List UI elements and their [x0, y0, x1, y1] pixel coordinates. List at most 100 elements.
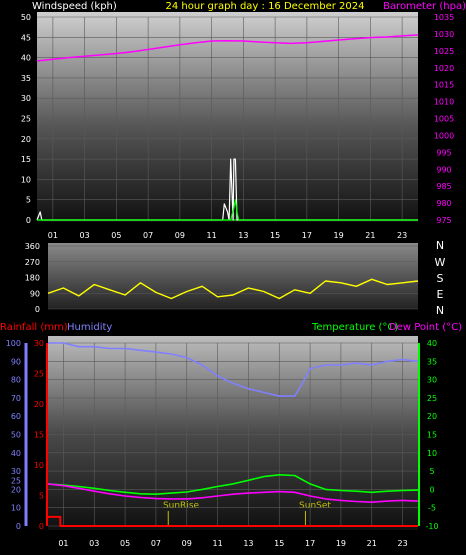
graph-title: 24 hour graph day : 16 December 2024	[166, 1, 365, 12]
dewpoint-axis-label: Dew Point (°C)	[389, 322, 462, 333]
hour-tick-label: 17	[302, 231, 312, 240]
hour-tick-label-lower: 05	[120, 539, 130, 548]
hour-tick-label-lower: 09	[182, 539, 192, 548]
windspeed-tick-label: 5	[26, 196, 31, 205]
temperature-tick-label: 30	[427, 376, 437, 385]
direction-tick-label: 90	[30, 289, 40, 298]
hour-tick-label-lower: 19	[336, 539, 346, 548]
windspeed-tick-label: 15	[21, 155, 31, 164]
windspeed-axis-label: Windspeed (kph)	[32, 1, 117, 12]
humidity-tick-label: 70	[11, 394, 21, 403]
hour-tick-label-lower: 17	[305, 539, 315, 548]
hour-tick-label: 15	[270, 231, 280, 240]
temperature-tick-label: 10	[427, 449, 437, 458]
temperature-tick-label: -5	[428, 504, 436, 513]
temperature-tick-label: -10	[425, 522, 438, 531]
barometer-tick-label: 990	[436, 165, 451, 174]
hour-tick-label-lower: 13	[243, 539, 253, 548]
rainfall-tick-label: 10	[34, 461, 44, 470]
barometer-tick-label: 985	[436, 182, 451, 191]
rainfall-tick-label: 15	[34, 431, 44, 440]
rainfall-axis-label: Rainfall (mm)	[0, 322, 68, 333]
humidity-tick-label: 20	[11, 485, 21, 494]
windspeed-tick-label: 50	[21, 13, 31, 22]
humidity-tick-label: 40	[11, 449, 21, 458]
humidity-tick-label: 30	[11, 467, 21, 476]
hour-tick-label-lower: 15	[274, 539, 284, 548]
barometer-tick-label: 1010	[434, 98, 454, 107]
top-panel-background	[37, 12, 418, 222]
humidity-tick-label: 90	[11, 357, 21, 366]
windspeed-tick-label: 10	[21, 175, 31, 184]
direction-tick-label: 360	[25, 242, 40, 251]
windspeed-tick-label: 45	[21, 33, 31, 42]
compass-label-n-top: N	[436, 239, 444, 252]
direction-tick-label: 0	[35, 305, 40, 314]
windspeed-tick-label: 20	[21, 135, 31, 144]
compass-label-s: S	[437, 272, 444, 285]
windspeed-tick-label: 40	[21, 54, 31, 63]
compass-label-e: E	[437, 288, 444, 301]
barometer-axis-label: Barometer (hpa)	[383, 1, 466, 12]
direction-tick-label: 180	[25, 274, 40, 283]
weather-charts-svg: Windspeed (kph) 24 hour graph day : 16 D…	[0, 1, 466, 548]
hour-tick-label-lower: 23	[397, 539, 407, 548]
hour-tick-label-lower: 03	[89, 539, 99, 548]
rainfall-tick-label: 25	[34, 370, 44, 379]
humidity-tick-label: 100	[6, 339, 21, 348]
barometer-tick-label: 980	[436, 199, 451, 208]
barometer-tick-label: 1020	[434, 64, 454, 73]
humidity-tick-label: 10	[11, 504, 21, 513]
hour-tick-label: 21	[365, 231, 375, 240]
hour-tick-label-lower: 07	[151, 539, 161, 548]
hour-tick-label: 19	[334, 231, 344, 240]
barometer-tick-label: 1000	[434, 131, 454, 140]
temperature-axis-label: Temperature (°C)	[311, 322, 398, 333]
barometer-tick-label: 1035	[434, 13, 454, 22]
barometer-tick-label: 1005	[434, 115, 454, 124]
barometer-tick-label: 1015	[434, 81, 454, 90]
hour-tick-label: 03	[80, 231, 90, 240]
hour-tick-label: 11	[207, 231, 217, 240]
rainfall-tick-label: 30	[34, 339, 44, 348]
hour-tick-label-lower: 01	[58, 539, 68, 548]
sunset-label: SunSet	[299, 501, 331, 511]
windspeed-tick-label: 35	[21, 74, 31, 83]
barometer-tick-label: 1030	[434, 30, 454, 39]
sunrise-label: SunRise	[163, 501, 200, 511]
weather-graph-24h: Windspeed (kph) 24 hour graph day : 16 D…	[0, 0, 466, 555]
barometer-tick-label: 1025	[434, 47, 454, 56]
humidity-tick-label: 50	[11, 431, 21, 440]
humidity-axis-label: Humidity	[67, 322, 112, 333]
temperature-tick-label: 15	[427, 431, 437, 440]
humidity-tick-label: 60	[11, 412, 21, 421]
compass-label-w: W	[435, 256, 446, 269]
direction-tick-label: 270	[25, 258, 40, 267]
hour-tick-label-lower: 21	[367, 539, 377, 548]
windspeed-tick-label: 30	[21, 94, 31, 103]
humidity-tick-label: 25	[11, 476, 21, 485]
temperature-tick-label: 5	[429, 467, 434, 476]
windspeed-tick-label: 25	[21, 115, 31, 124]
lower-panel-background	[48, 336, 418, 530]
humidity-tick-label: 80	[11, 376, 21, 385]
temperature-tick-label: 20	[427, 412, 437, 421]
windspeed-tick-label: 0	[26, 216, 31, 225]
hour-tick-label: 23	[397, 231, 407, 240]
hour-tick-label-lower: 11	[212, 539, 222, 548]
temperature-tick-label: 25	[427, 394, 437, 403]
rainfall-tick-label: 0	[39, 522, 44, 531]
temperature-tick-label: 35	[427, 357, 437, 366]
temperature-tick-label: 40	[427, 339, 437, 348]
direction-panel-background	[48, 243, 418, 309]
rainfall-tick-label: 5	[39, 492, 44, 501]
hour-tick-label: 05	[111, 231, 121, 240]
barometer-tick-label: 975	[436, 216, 451, 225]
rainfall-tick-label: 20	[34, 400, 44, 409]
hour-tick-label: 09	[175, 231, 185, 240]
temperature-tick-label: 0	[429, 485, 434, 494]
compass-label-n-bottom: N	[436, 304, 444, 317]
hour-tick-label: 01	[48, 231, 58, 240]
hour-tick-label: 13	[238, 231, 248, 240]
hour-tick-label: 07	[143, 231, 153, 240]
